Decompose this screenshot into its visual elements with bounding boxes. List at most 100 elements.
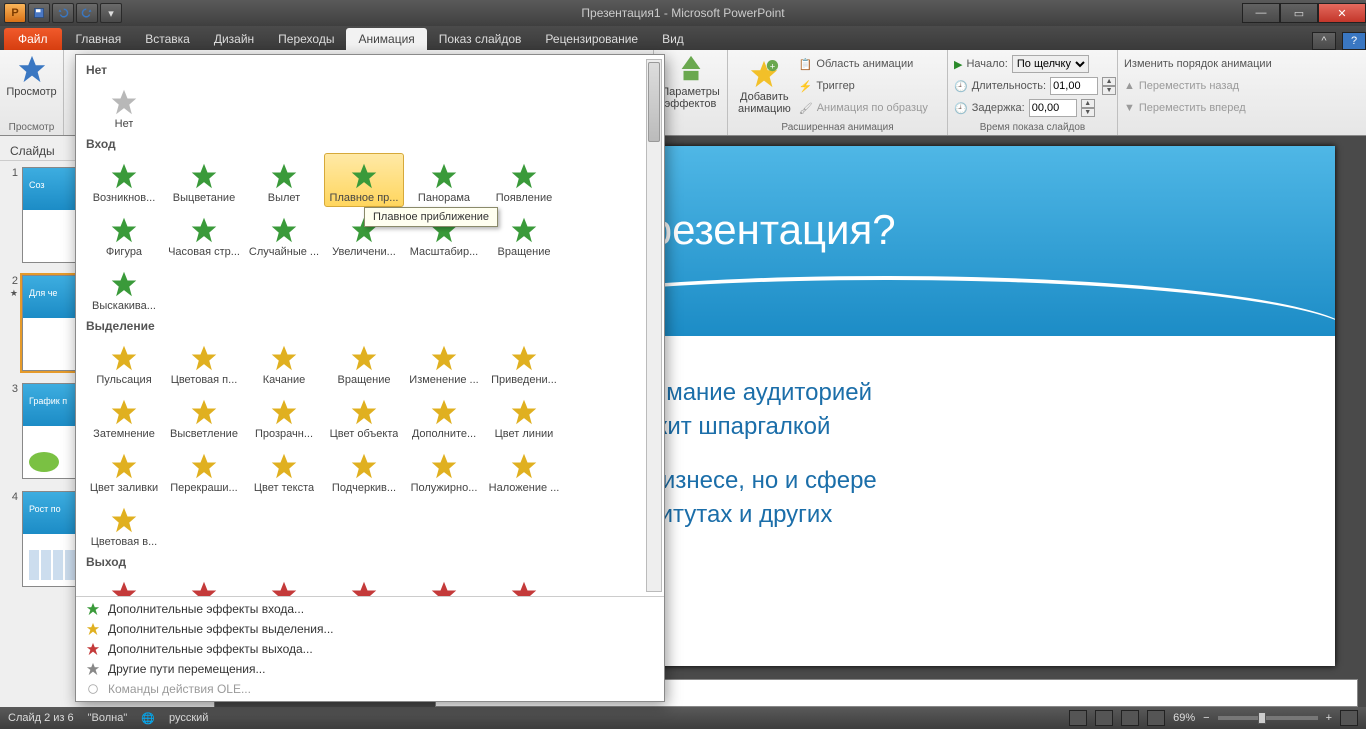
effect-item[interactable]: Исчезнове... bbox=[84, 571, 164, 596]
effect-item[interactable]: Вращение bbox=[324, 335, 404, 389]
help-icon[interactable]: ? bbox=[1342, 32, 1366, 50]
normal-view-button[interactable] bbox=[1069, 710, 1087, 726]
duration-icon: 🕘 bbox=[954, 80, 968, 93]
undo-icon[interactable] bbox=[52, 3, 74, 23]
effect-none[interactable]: Нет bbox=[84, 79, 164, 133]
move-earlier-button[interactable]: ▲Переместить назад bbox=[1124, 76, 1312, 96]
effect-item[interactable]: Наложение ... bbox=[484, 443, 564, 497]
delay-input[interactable] bbox=[1029, 99, 1077, 117]
effect-item[interactable]: Цвет текста bbox=[244, 443, 324, 497]
file-tab[interactable]: Файл bbox=[4, 28, 62, 50]
minimize-button[interactable]: — bbox=[1242, 3, 1280, 23]
effect-options-button[interactable]: Параметры эффектов bbox=[660, 52, 721, 112]
effect-item[interactable]: Пульсация bbox=[84, 335, 164, 389]
effect-item[interactable]: Выцветание bbox=[164, 153, 244, 207]
tab-design[interactable]: Дизайн bbox=[202, 28, 266, 50]
effect-item[interactable]: Вылет bbox=[244, 153, 324, 207]
section-exit: Выход bbox=[84, 551, 642, 571]
zoom-out-button[interactable]: − bbox=[1203, 712, 1209, 724]
more-exit-effects[interactable]: Дополнительные эффекты выхода... bbox=[76, 639, 664, 659]
effect-item[interactable]: Плавное уд... bbox=[324, 571, 404, 596]
tab-transitions[interactable]: Переходы bbox=[266, 28, 346, 50]
effect-item[interactable]: Цвет линии bbox=[484, 389, 564, 443]
zoom-slider[interactable] bbox=[1218, 716, 1318, 720]
duration-label: Длительность: bbox=[972, 80, 1046, 92]
effect-item[interactable]: Полужирно... bbox=[404, 443, 484, 497]
up-icon: ▲ bbox=[1124, 80, 1135, 92]
tab-animations[interactable]: Анимация bbox=[346, 28, 426, 50]
effect-item[interactable]: Плавное пр... bbox=[324, 153, 404, 207]
group-preview-label: Просмотр bbox=[6, 122, 57, 135]
maximize-button[interactable]: ▭ bbox=[1280, 3, 1318, 23]
language-icon[interactable]: 🌐 bbox=[141, 712, 155, 725]
fit-to-window-button[interactable] bbox=[1340, 710, 1358, 726]
effect-item[interactable]: Приведени... bbox=[484, 335, 564, 389]
delay-spinner[interactable]: ▲▼ bbox=[1081, 99, 1095, 117]
start-label: Начало: bbox=[966, 58, 1007, 70]
trigger-icon: ⚡ bbox=[799, 80, 813, 93]
tab-insert[interactable]: Вставка bbox=[133, 28, 202, 50]
zoom-in-button[interactable]: + bbox=[1326, 712, 1332, 724]
redo-icon[interactable] bbox=[76, 3, 98, 23]
effect-item[interactable]: Перекраши... bbox=[164, 443, 244, 497]
effect-item[interactable]: Выскакива... bbox=[84, 261, 164, 315]
animation-gallery: Нет Нет Вход Возникнов...ВыцветаниеВылет… bbox=[75, 54, 665, 702]
tab-view[interactable]: Вид bbox=[650, 28, 696, 50]
more-motion-paths[interactable]: Другие пути перемещения... bbox=[76, 659, 664, 679]
effect-item[interactable]: Часовая стр... bbox=[164, 207, 244, 261]
effect-item[interactable]: Фигура bbox=[84, 207, 164, 261]
app-icon[interactable]: P bbox=[4, 3, 26, 23]
effect-options-label: Параметры эффектов bbox=[661, 86, 720, 110]
effect-item[interactable]: Появление bbox=[484, 571, 564, 596]
statusbar: Слайд 2 из 6 "Волна" 🌐 русский 69% − + bbox=[0, 707, 1366, 729]
sorter-view-button[interactable] bbox=[1095, 710, 1113, 726]
slideshow-view-button[interactable] bbox=[1147, 710, 1165, 726]
trigger-button[interactable]: ⚡Триггер bbox=[799, 76, 928, 96]
effect-item[interactable]: Вылет за кр... bbox=[244, 571, 324, 596]
ribbon-minimize-icon[interactable]: ^ bbox=[1312, 32, 1336, 50]
effect-item[interactable]: Панорама bbox=[404, 571, 484, 596]
theme-name: "Волна" bbox=[88, 712, 128, 724]
tab-home[interactable]: Главная bbox=[64, 28, 134, 50]
more-emphasis-effects[interactable]: Дополнительные эффекты выделения... bbox=[76, 619, 664, 639]
effect-item[interactable]: Случайные ... bbox=[244, 207, 324, 261]
effect-item[interactable]: Дополните... bbox=[404, 389, 484, 443]
tab-slideshow[interactable]: Показ слайдов bbox=[427, 28, 534, 50]
group-timing-label: Время показа слайдов bbox=[954, 122, 1111, 135]
duration-input[interactable] bbox=[1050, 77, 1098, 95]
effect-item[interactable]: Панорама bbox=[404, 153, 484, 207]
gallery-scrollbar[interactable] bbox=[646, 59, 662, 592]
effect-item[interactable]: Цвет заливки bbox=[84, 443, 164, 497]
close-button[interactable]: ✕ bbox=[1318, 3, 1366, 23]
effect-item[interactable]: Возникнов... bbox=[84, 153, 164, 207]
effect-item[interactable]: Выцветание bbox=[164, 571, 244, 596]
effect-item[interactable]: Изменение ... bbox=[404, 335, 484, 389]
effect-item[interactable]: Высветление bbox=[164, 389, 244, 443]
move-later-button[interactable]: ▼Переместить вперед bbox=[1124, 98, 1312, 118]
window-title: Презентация1 - Microsoft PowerPoint bbox=[581, 6, 784, 20]
more-entrance-effects[interactable]: Дополнительные эффекты входа... bbox=[76, 599, 664, 619]
language-label[interactable]: русский bbox=[169, 712, 208, 724]
ole-action-verbs: Команды действия OLE... bbox=[76, 679, 664, 699]
qat-dropdown-icon[interactable]: ▾ bbox=[100, 3, 122, 23]
effect-item[interactable]: Качание bbox=[244, 335, 324, 389]
duration-spinner[interactable]: ▲▼ bbox=[1102, 77, 1116, 95]
reading-view-button[interactable] bbox=[1121, 710, 1139, 726]
animation-painter-button[interactable]: 🖌Анимация по образцу bbox=[799, 98, 928, 118]
effect-item[interactable]: Подчеркив... bbox=[324, 443, 404, 497]
animation-pane-button[interactable]: 📋Область анимации bbox=[799, 54, 928, 74]
anim-icon: ★ bbox=[10, 288, 18, 298]
effect-item[interactable]: Прозрачн... bbox=[244, 389, 324, 443]
section-none: Нет bbox=[84, 59, 642, 79]
tab-review[interactable]: Рецензирование bbox=[533, 28, 650, 50]
effect-item[interactable]: Затемнение bbox=[84, 389, 164, 443]
effect-item[interactable]: Цветовая в... bbox=[84, 497, 164, 551]
effect-item[interactable]: Цвет объекта bbox=[324, 389, 404, 443]
add-animation-button[interactable]: + Добавить анимацию bbox=[734, 52, 795, 122]
save-icon[interactable] bbox=[28, 3, 50, 23]
effect-item[interactable]: Цветовая п... bbox=[164, 335, 244, 389]
effect-item[interactable]: Появление bbox=[484, 153, 564, 207]
start-select[interactable]: По щелчку bbox=[1012, 55, 1089, 73]
delay-label: Задержка: bbox=[972, 102, 1025, 114]
preview-button[interactable]: Просмотр bbox=[6, 52, 57, 100]
